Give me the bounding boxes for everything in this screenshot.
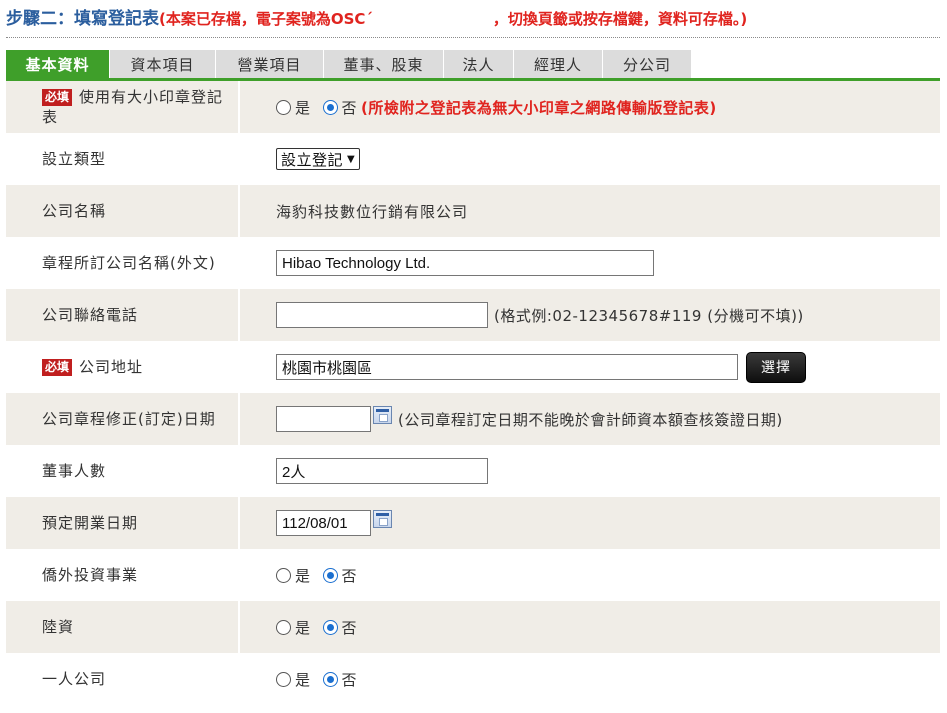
header-divider xyxy=(6,37,940,38)
row-value: 選擇 xyxy=(240,341,940,393)
row-phone: 公司聯絡電話 (格式例:02-12345678#119 (分機可不填)) xyxy=(6,289,940,341)
required-badge: 必填 xyxy=(42,89,73,106)
basic-info-form: 必填 使用有大小印章登記表 是 否 (所檢附之登記表為無大小印章之網路傳輸版登記表… xyxy=(6,81,940,705)
radio-checked-icon[interactable] xyxy=(322,567,338,583)
phone-label: 公司聯絡電話 xyxy=(6,289,238,341)
address-mask xyxy=(386,349,490,353)
company-name-value: 海豹科技數位行銷有限公司 xyxy=(276,202,469,221)
radio-label: 否 xyxy=(341,566,358,585)
radio-checked-icon[interactable] xyxy=(322,99,338,115)
mainland-no-option[interactable]: 否 xyxy=(322,617,358,638)
row-value: 是 否 (所檢附之登記表為無大小印章之網路傳輸版登記表) xyxy=(240,81,940,133)
open-date-input[interactable] xyxy=(276,510,371,536)
row-mainland: 陸資 是 否 xyxy=(6,601,940,653)
one-person-no-option[interactable]: 否 xyxy=(322,669,358,690)
row-value: 是 否 xyxy=(240,653,940,705)
row-company-name: 公司名稱 海豹科技數位行銷有限公司 xyxy=(6,185,940,237)
row-value xyxy=(240,237,940,289)
row-value: (格式例:02-12345678#119 (分機可不填)) xyxy=(240,289,940,341)
tab-bar: 基本資料 資本項目 營業項目 董事、股東 法人 經理人 分公司 xyxy=(6,50,692,78)
tab-legal-person[interactable]: 法人 xyxy=(444,50,514,78)
row-label: 必填 使用有大小印章登記表 xyxy=(6,81,238,133)
company-name-label: 公司名稱 xyxy=(6,185,238,237)
seal-yes-option[interactable]: 是 xyxy=(276,97,311,118)
charter-date-input[interactable] xyxy=(276,406,371,432)
row-overseas-chinese: 僑外投資事業 是 否 xyxy=(6,549,940,601)
overseas-chinese-label: 僑外投資事業 xyxy=(42,566,139,584)
radio-label: 是 xyxy=(295,566,311,585)
charter-date-label: 公司章程修正(訂定)日期 xyxy=(6,393,238,445)
radio-unchecked-icon[interactable] xyxy=(276,99,291,115)
row-value xyxy=(240,445,940,497)
address-label: 公司地址 xyxy=(79,358,144,376)
director-count-input[interactable] xyxy=(276,458,488,484)
tab-capital[interactable]: 資本項目 xyxy=(110,50,216,78)
one-person-label: 一人公司 xyxy=(42,670,107,688)
required-badge: 必填 xyxy=(42,358,73,376)
seal-no-option[interactable]: 否 xyxy=(322,97,358,118)
tab-directors-shareholders[interactable]: 董事、股東 xyxy=(324,50,444,78)
phone-input[interactable] xyxy=(276,302,488,328)
overseas-no-option[interactable]: 否 xyxy=(322,565,358,586)
row-value: (公司章程訂定日期不能晚於會計師資本額查核簽證日期) xyxy=(240,393,940,445)
radio-label: 是 xyxy=(295,618,311,637)
radio-label: 否 xyxy=(341,670,358,689)
row-value: 海豹科技數位行銷有限公司 xyxy=(240,185,940,237)
seal-note: (所檢附之登記表為無大小印章之網路傳輸版登記表) xyxy=(361,98,717,117)
tab-managers[interactable]: 經理人 xyxy=(514,50,603,78)
address-input[interactable] xyxy=(276,354,738,380)
charter-date-hint: (公司章程訂定日期不能晚於會計師資本額查核簽證日期) xyxy=(398,410,783,429)
radio-label: 否 xyxy=(341,618,358,637)
radio-unchecked-icon[interactable] xyxy=(276,619,291,635)
save-note-right: ，切換頁籤或按存檔鍵，資料可存檔。) xyxy=(492,10,748,28)
phone-hint: (格式例:02-12345678#119 (分機可不填)) xyxy=(494,306,804,325)
row-foreign-name: 章程所訂公司名稱(外文) xyxy=(6,237,940,289)
tab-branches[interactable]: 分公司 xyxy=(603,50,692,78)
row-value xyxy=(240,497,940,549)
label-wrap: 必填 使用有大小印章登記表 xyxy=(42,87,232,127)
mainland-label: 陸資 xyxy=(6,601,238,653)
row-value: 設立登記 ▼ xyxy=(240,133,940,185)
row-director-count: 董事人數 xyxy=(6,445,940,497)
select-value: 設立登記 xyxy=(281,150,344,169)
step-title: 步驟二：填寫登記表 xyxy=(6,9,159,29)
radio-checked-icon[interactable] xyxy=(322,671,338,687)
row-establish-type: 設立類型 設立登記 ▼ xyxy=(6,133,940,185)
radio-label: 是 xyxy=(295,98,311,117)
row-value: 是 否 xyxy=(240,549,940,601)
chevron-down-icon: ▼ xyxy=(347,153,356,165)
row-address: 必填公司地址 選擇 xyxy=(6,341,940,393)
tab-basic-info[interactable]: 基本資料 xyxy=(6,50,110,78)
address-field: 選擇 xyxy=(276,349,806,383)
radio-checked-icon[interactable] xyxy=(322,619,338,635)
mainland-yes-option[interactable]: 是 xyxy=(276,617,311,638)
address-select-button[interactable]: 選擇 xyxy=(746,351,806,383)
radio-unchecked-icon[interactable] xyxy=(276,567,291,583)
radio-label: 否 xyxy=(341,98,358,117)
calendar-icon[interactable] xyxy=(373,510,392,528)
overseas-yes-option[interactable]: 是 xyxy=(276,565,311,586)
step-header: 步驟二：填寫登記表(本案已存檔，電子案號為OSC´ ，切換頁籤或按存檔鍵，資料可存… xyxy=(6,4,940,32)
radio-label: 是 xyxy=(295,670,311,689)
row-seal: 必填 使用有大小印章登記表 是 否 (所檢附之登記表為無大小印章之網路傳輸版登記表… xyxy=(6,81,940,133)
tab-business-items[interactable]: 營業項目 xyxy=(216,50,324,78)
calendar-icon[interactable] xyxy=(373,406,392,424)
establish-type-select[interactable]: 設立登記 ▼ xyxy=(276,148,361,170)
foreign-name-input[interactable] xyxy=(276,250,654,276)
row-open-date: 預定開業日期 xyxy=(6,497,940,549)
foreign-name-label: 章程所訂公司名稱(外文) xyxy=(42,254,216,272)
radio-unchecked-icon[interactable] xyxy=(276,671,291,687)
establish-type-label: 設立類型 xyxy=(42,150,107,168)
row-one-person: 一人公司 是 否 xyxy=(6,653,940,705)
save-note-left: (本案已存檔，電子案號為OSC´ xyxy=(159,10,373,28)
row-label: 必填 公司地址 xyxy=(6,341,238,393)
open-date-label: 預定開業日期 xyxy=(6,497,238,549)
director-count-label: 董事人數 xyxy=(42,462,107,480)
one-person-yes-option[interactable]: 是 xyxy=(276,669,311,690)
row-charter-date: 公司章程修正(訂定)日期 (公司章程訂定日期不能晚於會計師資本額查核簽證日期) xyxy=(6,393,940,445)
row-value: 是 否 xyxy=(240,601,940,653)
